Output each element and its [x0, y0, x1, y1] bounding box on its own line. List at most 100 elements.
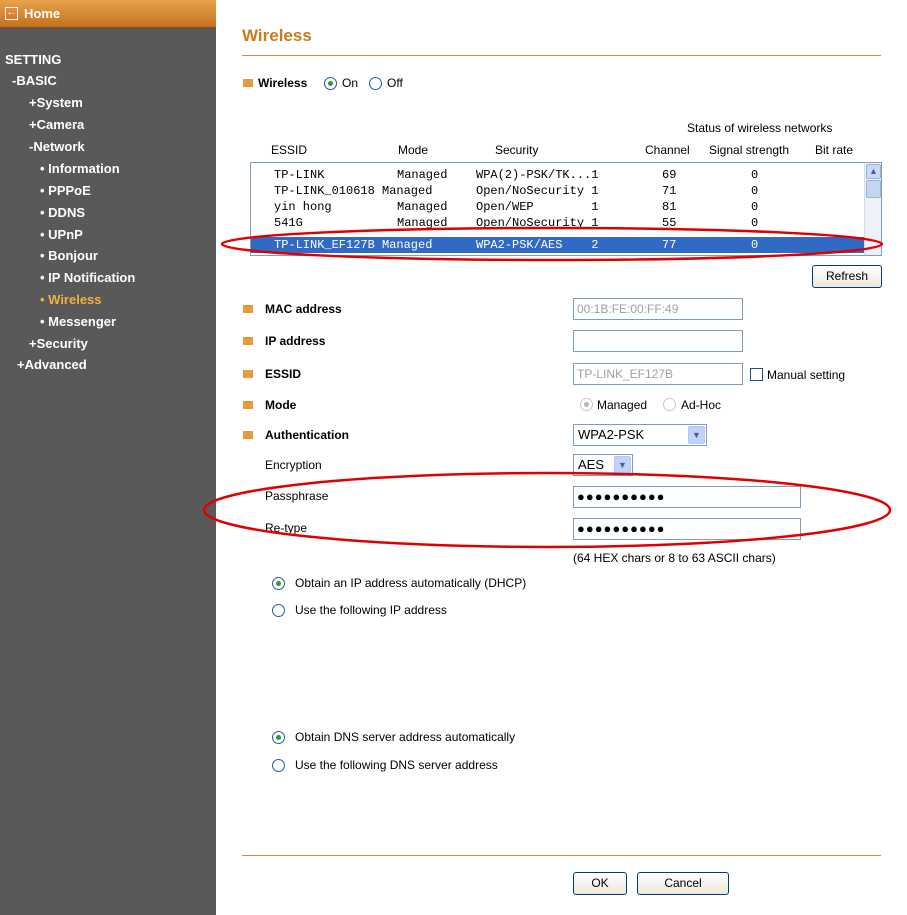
dns-auto-radio[interactable]	[272, 731, 285, 744]
network-signal: 0	[751, 238, 759, 252]
footer-divider	[242, 855, 881, 856]
auth-select[interactable]: WPA2-PSK ▼	[573, 424, 707, 446]
list-scrollbar[interactable]: ▲	[864, 163, 881, 255]
scroll-up-icon[interactable]: ▲	[866, 164, 881, 179]
chevron-down-icon: ▼	[688, 426, 705, 444]
dns-manual-radio[interactable]	[272, 759, 285, 772]
network-essid: 541G	[274, 216, 303, 230]
passphrase-hint: (64 HEX chars or 8 to 63 ASCII chars)	[573, 551, 776, 565]
ip-field[interactable]	[573, 330, 743, 352]
network-essid: yin hong	[274, 200, 332, 214]
wireless-off-label: Off	[387, 76, 403, 90]
network-essid: TP-LINK_EF127B	[274, 238, 375, 252]
page-title: Wireless	[242, 26, 312, 45]
sidebar-item-ddns[interactable]: • DDNS	[40, 205, 85, 221]
title-divider	[242, 55, 881, 56]
network-channel: 77	[662, 238, 677, 252]
network-mode: Managed	[382, 184, 433, 198]
sidebar-item-pppoe[interactable]: • PPPoE	[40, 183, 91, 199]
network-security: WPA(2)-PSK/TK...1	[476, 168, 599, 182]
home-link[interactable]: ← Home	[0, 0, 216, 28]
status-caption: Status of wireless networks	[687, 121, 833, 135]
auth-select-value: WPA2-PSK	[578, 427, 645, 442]
dhcp-radio[interactable]	[272, 577, 285, 590]
static-ip-label: Use the following IP address	[295, 603, 447, 617]
col-bitrate: Bit rate	[815, 143, 854, 157]
network-row[interactable]: TP-LINK_010618 Managed Open/NoSecurity 1…	[251, 183, 865, 199]
network-signal: 0	[751, 184, 759, 198]
network-signal: 0	[751, 200, 759, 214]
col-security: Security	[495, 143, 539, 157]
chevron-down-icon: ▼	[614, 456, 631, 474]
col-channel: Channel	[645, 143, 690, 157]
mac-field: 00:1B:FE:00:FF:49	[573, 298, 743, 320]
wireless-off-radio[interactable]	[369, 77, 382, 90]
sidebar-item-ip-notification[interactable]: • IP Notification	[40, 270, 135, 286]
manual-setting-checkbox[interactable]	[750, 368, 763, 381]
sidebar-item-basic[interactable]: -BASIC	[12, 73, 57, 89]
wireless-networks-list[interactable]: TP-LINK Managed WPA(2)-PSK/TK...1 69 0 T…	[250, 162, 882, 256]
network-channel: 81	[662, 200, 677, 214]
essid-bullet	[243, 370, 253, 378]
encryption-select-value: AES	[578, 457, 605, 472]
network-signal: 0	[751, 168, 759, 182]
network-mode: Managed	[397, 216, 448, 230]
setting-heading: SETTING	[5, 52, 62, 67]
wireless-bullet	[243, 79, 253, 87]
essid-field[interactable]: TP-LINK_EF127B	[573, 363, 743, 385]
sidebar-item-information[interactable]: • Information	[40, 161, 120, 177]
network-security: Open/NoSecurity 1	[476, 216, 599, 230]
network-essid: TP-LINK_010618	[274, 184, 375, 198]
ip-label: IP address	[265, 334, 326, 348]
encryption-label: Encryption	[265, 458, 322, 472]
mode-managed-label: Managed	[597, 398, 648, 412]
cancel-button[interactable]: Cancel	[637, 872, 729, 895]
passphrase-input[interactable]: ●●●●●●●●●●	[573, 486, 801, 508]
sidebar-item-messenger[interactable]: • Messenger	[40, 314, 116, 330]
network-channel: 55	[662, 216, 677, 230]
mode-managed-radio[interactable]	[580, 398, 593, 411]
dhcp-label: Obtain an IP address automatically (DHCP…	[295, 576, 527, 590]
col-mode: Mode	[398, 143, 429, 157]
retype-input[interactable]: ●●●●●●●●●●	[573, 518, 801, 540]
encryption-select[interactable]: AES ▼	[573, 454, 633, 476]
sidebar-item-bonjour[interactable]: • Bonjour	[40, 248, 98, 264]
network-signal: 0	[751, 216, 759, 230]
network-security: WPA2-PSK/AES 2	[476, 238, 599, 252]
scroll-thumb[interactable]	[866, 180, 881, 198]
network-row[interactable]: TP-LINK Managed WPA(2)-PSK/TK...1 69 0	[251, 167, 865, 183]
refresh-button[interactable]: Refresh	[812, 265, 882, 288]
mode-label: Mode	[265, 398, 297, 412]
sidebar-item-security[interactable]: +Security	[29, 336, 88, 352]
network-channel: 69	[662, 168, 677, 182]
ok-button[interactable]: OK	[573, 872, 627, 895]
mac-bullet	[243, 305, 253, 313]
sidebar-item-wireless[interactable]: • Wireless	[40, 292, 102, 308]
passphrase-label: Passphrase	[265, 489, 329, 503]
col-essid: ESSID	[271, 143, 308, 157]
network-mode: Managed	[397, 168, 448, 182]
sidebar-item-camera[interactable]: +Camera	[29, 117, 84, 133]
manual-setting-label: Manual setting	[767, 368, 846, 382]
retype-label: Re-type	[265, 521, 308, 535]
ip-bullet	[243, 337, 253, 345]
network-row[interactable]: 541G Managed Open/NoSecurity 1 55 0	[251, 215, 865, 231]
mode-adhoc-radio[interactable]	[663, 398, 676, 411]
network-mode: Managed	[397, 200, 448, 214]
wireless-label: Wireless	[258, 76, 308, 90]
sidebar-item-network[interactable]: -Network	[29, 139, 85, 155]
static-ip-radio[interactable]	[272, 604, 285, 617]
sidebar-item-upnp[interactable]: • UPnP	[40, 227, 83, 243]
back-arrow-icon: ←	[5, 7, 18, 20]
mode-bullet	[243, 401, 253, 409]
wireless-on-radio[interactable]	[324, 77, 337, 90]
network-channel: 71	[662, 184, 677, 198]
sidebar-item-system[interactable]: +System	[29, 95, 83, 111]
sidebar: ← Home SETTING -BASIC +System +Camera -N…	[0, 0, 216, 915]
network-mode: Managed	[382, 238, 433, 252]
sidebar-item-advanced[interactable]: +Advanced	[17, 357, 87, 373]
network-row-selected[interactable]: TP-LINK_EF127B Managed WPA2-PSK/AES 2 77…	[251, 237, 865, 253]
mode-adhoc-label: Ad-Hoc	[681, 398, 722, 412]
network-security: Open/NoSecurity 1	[476, 184, 599, 198]
network-row[interactable]: yin hong Managed Open/WEP 1 81 0	[251, 199, 865, 215]
